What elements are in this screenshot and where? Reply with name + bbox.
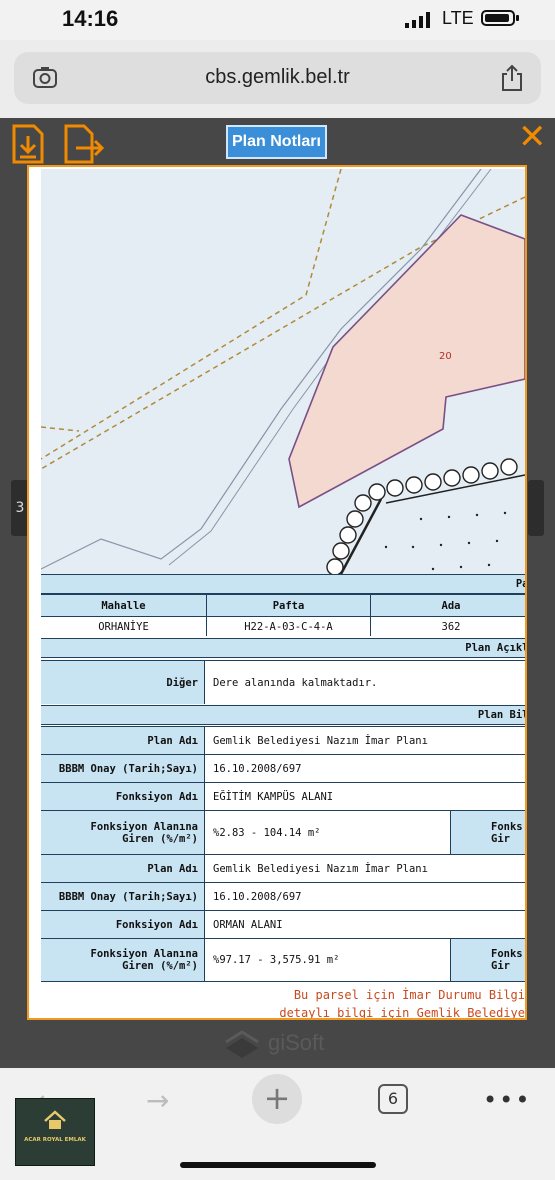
url-text[interactable]: cbs.gemlik.bel.tr [14,66,541,89]
network-type: LTE [442,8,474,28]
fonksiyon-value: ORMAN ALANI [205,911,525,938]
onay-label: BBBM Onay (Tarih;Sayı) [41,883,205,910]
giren-value: %97.17 - 3,575.91 m² [205,939,451,981]
forward-icon[interactable]: → [146,1084,169,1117]
footer-line-2: detaylı bilgi için Gemlik Belediye [279,1006,525,1020]
giren-label-line2: Giren (%/m²) [122,960,198,972]
fonksiyon-label: Fonksiyon Adı [41,911,205,938]
plan-notes-panel: 20 Parsel Bilgileri Mahalle Pafta A [27,165,527,1020]
agency-logo-text: ACAR ROYAL EMLAK [24,1137,86,1143]
fonksiyon-row-1: Fonksiyon Adı EĞİTİM KAMPÜS ALANI [41,782,525,810]
gisoft-brand: giSoft [268,1030,325,1055]
giren-label-line2: Giren (%/m²) [122,832,198,845]
onay-value: 16.10.2008/697 [205,755,525,782]
giren-extra: Fonks Gir [451,811,525,854]
home-indicator [180,1162,376,1168]
pafta-value: H22-A-03-C-4-A [207,617,371,636]
plan-adi-row-2: Plan Adı Gemlik Belediyesi Nazım İmar Pl… [41,854,525,882]
status-bar: 14:16 LTE [0,0,555,40]
parcel-number-label: 20 [439,351,452,362]
plan-adi-value: Gemlik Belediyesi Nazım İmar Planı [205,855,525,882]
onay-row-2: BBBM Onay (Tarih;Sayı) 16.10.2008/697 [41,882,525,910]
share-icon[interactable] [501,64,523,92]
onay-row-1: BBBM Onay (Tarih;Sayı) 16.10.2008/697 [41,754,525,782]
mahalle-value: ORHANİYE [41,617,207,636]
col-pafta: Pafta [207,595,371,616]
col-ada: Ada [441,599,461,612]
battery-icon [481,10,515,26]
export-icon[interactable] [62,124,106,166]
giren-extra-line2: Gir [491,960,510,972]
clock: 14:16 [62,6,119,31]
giren-label-line1: Fonksiyon Alanına [90,948,198,960]
col-mahalle: Mahalle [41,595,207,616]
plan-adi-label: Plan Adı [41,855,205,882]
zoning-info-link[interactable]: Bu parsel için İmar Durumu Bilgi detaylı… [41,988,525,1020]
cellular-signal-icon [405,12,430,28]
fonksiyon-value: EĞİTİM KAMPÜS ALANI [205,783,525,810]
plan-adi-row-1: Plan Adı Gemlik Belediyesi Nazım İmar Pl… [41,726,525,754]
gisoft-logo-icon [225,1030,259,1058]
map-canvas: 20 [41,169,525,574]
onay-label: BBBM Onay (Tarih;Sayı) [41,755,205,782]
ada-value: 362 [441,620,461,633]
giren-label-line1: Fonksiyon Alanına [90,820,198,833]
giren-extra-line1: Fonks [491,948,523,960]
house-icon [44,1110,66,1129]
giren-row-2: Fonksiyon Alanına Giren (%/m²) %97.17 - … [41,938,525,982]
giren-extra-line1: Fonks [491,820,523,833]
parsel-header: Parsel Bilgileri [41,574,525,594]
diger-value: Dere alanında kalmaktadır. [205,661,525,704]
plan-adi-value: Gemlik Belediyesi Nazım İmar Planı [205,727,525,754]
plan-aciklamalari-header: Plan Açıklamaları (1/100 [41,638,525,658]
diger-label: Diğer [41,661,205,704]
background-control-right [528,480,544,536]
onay-value: 16.10.2008/697 [205,883,525,910]
footer-line-1: Bu parsel için İmar Durumu Bilgi [293,988,525,1002]
parsel-column-row: Mahalle Pafta Ada [41,594,525,616]
plan-adi-label: Plan Adı [41,727,205,754]
address-bar[interactable]: cbs.gemlik.bel.tr [14,52,541,104]
more-options-icon[interactable]: ••• [483,1086,531,1114]
close-icon[interactable]: ✕ [518,120,547,154]
new-tab-icon[interactable]: + [252,1074,302,1124]
giren-extra-line2: Gir [491,832,510,845]
parcel-map[interactable]: 20 [41,169,525,574]
download-icon[interactable] [10,124,46,166]
tabs-button[interactable]: 6 [378,1084,408,1114]
giren-extra: Fonks Gir [451,939,525,981]
giren-row-1: Fonksiyon Alanına Giren (%/m²) %2.83 - 1… [41,810,525,854]
plan-notes-title: Plan Notları [226,125,327,159]
agency-logo: ACAR ROYAL EMLAK [15,1098,95,1166]
battery-tip [516,15,519,21]
plan-aciklamalari-row: Diğer Dere alanında kalmaktadır. [41,660,525,704]
giren-value: %2.83 - 104.14 m² [205,811,451,854]
parsel-value-row: ORHANİYE H22-A-03-C-4-A 362 [41,616,525,636]
fonksiyon-row-2: Fonksiyon Adı ORMAN ALANI [41,910,525,938]
giren-label: Fonksiyon Alanına Giren (%/m²) [41,939,205,981]
plan-bilgileri-header: Plan Bilgileri (1/5000 [41,705,525,725]
giren-label: Fonksiyon Alanına Giren (%/m²) [41,811,205,854]
fonksiyon-label: Fonksiyon Adı [41,783,205,810]
